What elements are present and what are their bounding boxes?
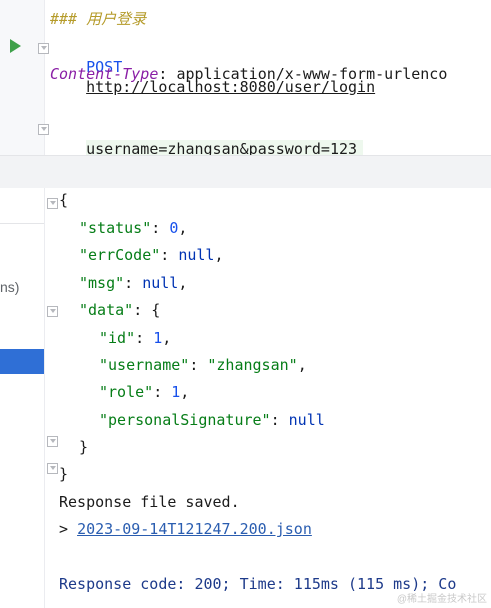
header-separator: : (158, 65, 177, 83)
json-val-status: 0 (169, 219, 179, 237)
fold-root-end-icon[interactable] (47, 463, 58, 474)
panel-separator[interactable] (0, 155, 491, 189)
response-pane[interactable]: { "status": 0, "errCode": null, "msg": n… (45, 188, 491, 608)
fold-data-icon[interactable] (47, 306, 58, 317)
json-close-brace: } (59, 465, 69, 483)
json-key-errcode: "errCode" (79, 246, 161, 264)
json-id-line: "id": 1, (99, 329, 172, 347)
json-val-role: 1 (171, 383, 181, 401)
fold-root-icon[interactable] (47, 198, 58, 209)
fold-body-icon[interactable] (38, 124, 49, 135)
json-role-line: "role": 1, (99, 383, 190, 401)
header-line[interactable]: Content-Type: application/x-www-form-url… (50, 64, 447, 84)
json-val-msg: null (142, 274, 179, 292)
response-file-line: > 2023-09-14T121247.200.json (59, 520, 312, 538)
json-val-errcode: null (178, 246, 215, 264)
json-key-username: "username" (99, 356, 190, 374)
json-data-close: } (79, 438, 89, 456)
services-divider (0, 223, 44, 224)
response-saved-message: Response file saved. (59, 493, 240, 511)
json-msg-line: "msg": null, (79, 274, 188, 292)
json-data-line: "data": { (79, 301, 161, 319)
response-file-link[interactable]: 2023-09-14T121247.200.json (77, 520, 312, 538)
fold-request-icon[interactable] (38, 43, 49, 54)
request-gutter (0, 0, 49, 155)
fold-data-end-icon[interactable] (47, 436, 58, 447)
json-username-line: "username": "zhangsan", (99, 356, 307, 374)
json-val-signature: null (288, 411, 325, 429)
json-key-data: "data" (79, 301, 134, 319)
json-status-line: "status": 0, (79, 219, 188, 237)
services-selected-item[interactable] (0, 349, 44, 374)
header-name: Content-Type (50, 65, 159, 83)
json-key-role: "role" (99, 383, 154, 401)
json-key-id: "id" (99, 329, 136, 347)
json-key-msg: "msg" (79, 274, 125, 292)
request-comment: ### 用户登录 (50, 10, 147, 28)
json-key-status: "status" (79, 219, 152, 237)
json-errcode-line: "errCode": null, (79, 246, 224, 264)
watermark: @稀土掘金技术社区 (396, 594, 487, 605)
json-open-brace: { (59, 191, 69, 209)
services-panel[interactable]: ns) (0, 188, 45, 608)
json-signature-line: "personalSignature": null (99, 411, 325, 429)
request-editor[interactable]: ### 用户登录 POST http://localhost:8080/user… (0, 0, 491, 158)
json-val-id: 1 (153, 329, 163, 347)
json-val-username: "zhangsan" (207, 356, 298, 374)
json-key-signature: "personalSignature" (99, 411, 271, 429)
run-request-icon[interactable] (10, 39, 21, 53)
header-value: application/x-www-form-urlenco (176, 65, 448, 83)
services-item-label: ns) (0, 279, 20, 295)
